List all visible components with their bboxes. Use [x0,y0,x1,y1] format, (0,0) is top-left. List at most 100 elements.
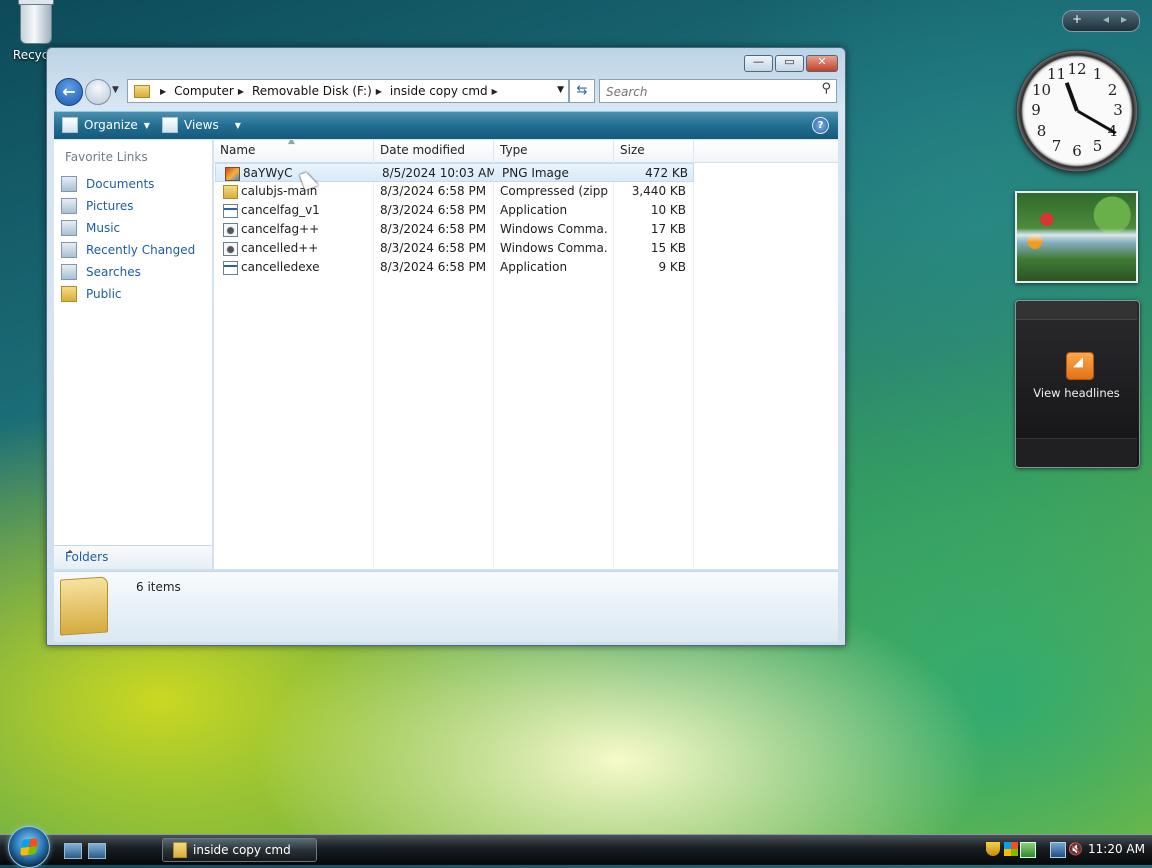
previous-gadget-button[interactable]: ◂ [1103,12,1109,26]
clock-numeral: 3 [1113,101,1123,119]
chevron-down-icon: ▼ [143,120,150,130]
slideshow-gadget[interactable] [1015,191,1138,283]
documents-icon [61,176,77,192]
feed-headlines-gadget[interactable]: View headlines [1015,300,1140,468]
clock-numeral: 6 [1072,142,1082,160]
show-desktop-icon[interactable] [64,843,82,859]
taskbar-clock[interactable]: 11:20 AM [1088,842,1145,856]
music-icon [61,220,77,236]
breadcrumb-computer[interactable]: Computer [174,84,234,98]
column-header-name[interactable]: Name [214,140,374,162]
file-name: cancelledexe [241,260,320,274]
command-script-icon [223,242,238,256]
recently-changed-icon [61,242,77,258]
search-input[interactable] [604,82,808,102]
favorite-link-label: Searches [86,265,141,279]
column-header-size[interactable]: Size [614,140,694,162]
public-folder-icon [61,286,77,302]
file-size: 3,440 KB [631,184,686,198]
clock-numeral: 11 [1046,65,1067,84]
file-row[interactable]: cancelledexe 8/3/2024 6:58 PM Application 9… [214,258,694,277]
column-header-date-modified[interactable]: Date modified [374,140,494,162]
folder-icon [173,842,187,858]
file-row[interactable]: cancelfag_v1 8/3/2024 6:58 PM Application 1… [214,201,694,220]
windows-defender-icon[interactable] [1020,842,1036,858]
security-shield-icon[interactable] [986,842,1000,856]
address-dropdown-icon[interactable]: ▼ [557,85,564,95]
file-date: 8/3/2024 6:58 PM [380,222,487,236]
favorite-links-title: Favorite Links [65,150,148,164]
address-bar[interactable]: ▶ Computer ▶ Removable Disk (F:) ▶ insid… [127,79,569,103]
start-button[interactable] [8,826,50,868]
breadcrumb: Computer ▶ Removable Disk (F:) ▶ inside … [174,84,506,98]
help-button[interactable]: ? [812,117,829,134]
forward-button[interactable] [85,79,111,105]
file-row[interactable]: cancelled++ 8/3/2024 6:58 PM Windows Comma… [214,239,694,258]
add-gadget-button[interactable]: + [1072,12,1082,26]
file-row[interactable]: calubjs-main 8/3/2024 6:58 PM Compressed (… [214,182,694,201]
details-pane: 6 items [54,571,838,642]
folders-toggle[interactable]: Folders ⌃ [54,545,212,569]
file-date: 8/3/2024 6:58 PM [380,260,487,274]
file-row[interactable]: cancelfag++ 8/3/2024 6:58 PM Windows Comma… [214,220,694,239]
item-count: 6 items [136,580,181,594]
command-script-icon [223,223,238,237]
maximize-button[interactable]: ▭ [775,55,804,72]
column-header-type[interactable]: Type [494,140,614,162]
folder-icon [134,84,150,98]
navigation-pane: Favorite Links Documents Pictures Music Rec… [54,140,213,569]
favorite-links-list: Documents Pictures Music Recently Changed Se… [61,173,195,305]
pictures-icon [61,198,77,214]
refresh-button[interactable]: ⇆ [569,79,595,103]
taskbar-window-button[interactable]: inside copy cmd [162,838,317,862]
navigation-bar: ← ▼ ▶ Computer ▶ Removable Disk (F:) ▶ i… [55,78,837,106]
file-size: 10 KB [650,203,686,217]
search-icon[interactable]: ⚲ [821,81,831,96]
file-row[interactable]: 8aYWyC 8/5/2024 10:03 AM PNG Image 472 KB [215,163,694,182]
favorite-link-documents[interactable]: Documents [61,173,195,195]
view-headlines-label[interactable]: View headlines [1016,386,1137,400]
favorite-link-recently-changed[interactable]: Recently Changed [61,239,195,261]
breadcrumb-current-folder[interactable]: inside copy cmd [390,84,488,98]
breadcrumb-arrow-icon[interactable]: ▶ [376,87,382,96]
breadcrumb-arrow-icon[interactable]: ▶ [160,87,166,96]
file-rows: 8aYWyC 8/5/2024 10:03 AM PNG Image 472 KB ca… [214,163,694,277]
minimize-button[interactable]: — [744,55,773,72]
breadcrumb-removable-disk[interactable]: Removable Disk (F:) [252,84,372,98]
favorite-link-public[interactable]: Public [61,283,195,305]
favorite-link-label: Music [86,221,121,235]
recent-pages-dropdown[interactable]: ▼ [112,85,119,95]
breadcrumb-arrow-icon[interactable]: ▶ [492,87,498,96]
file-list: ▲ Name Date modified Type Size 8aYWyC 8/5… [214,140,838,569]
clock-numeral: 12 [1067,60,1087,78]
organize-icon [62,117,78,133]
file-type: Windows Comma... [500,241,608,255]
switch-windows-icon[interactable] [88,843,106,859]
close-button[interactable]: ✕ [806,55,838,72]
file-name: cancelfag_v1 [241,203,320,217]
clock-hour-hand [1064,82,1079,112]
windows-update-icon[interactable] [1004,842,1018,856]
favorite-link-searches[interactable]: Searches [61,261,195,283]
back-button[interactable]: ← [55,78,83,106]
application-icon [223,261,238,275]
network-icon[interactable] [1050,842,1066,858]
favorite-link-music[interactable]: Music [61,217,195,239]
file-size: 15 KB [650,241,686,255]
png-image-icon [225,167,240,181]
views-icon [162,117,178,133]
favorite-link-label: Recently Changed [86,243,196,257]
file-size: 17 KB [650,222,686,236]
column-headers: ▲ Name Date modified Type Size [214,140,838,163]
breadcrumb-arrow-icon[interactable]: ▶ [238,87,244,96]
gadget-footer [1016,438,1137,467]
organize-button[interactable]: Organize ▼ [62,117,150,133]
favorite-link-label: Pictures [86,199,134,213]
clock-numeral: 2 [1107,80,1118,99]
favorite-link-pictures[interactable]: Pictures [61,195,195,217]
clock-gadget[interactable]: 121234567891011 [1016,50,1138,172]
views-button[interactable]: Views ▼ [162,117,241,133]
next-gadget-button[interactable]: ▸ [1121,12,1127,26]
favorite-link-label: Documents [86,177,155,191]
volume-muted-icon[interactable]: 🔇 [1068,842,1083,856]
